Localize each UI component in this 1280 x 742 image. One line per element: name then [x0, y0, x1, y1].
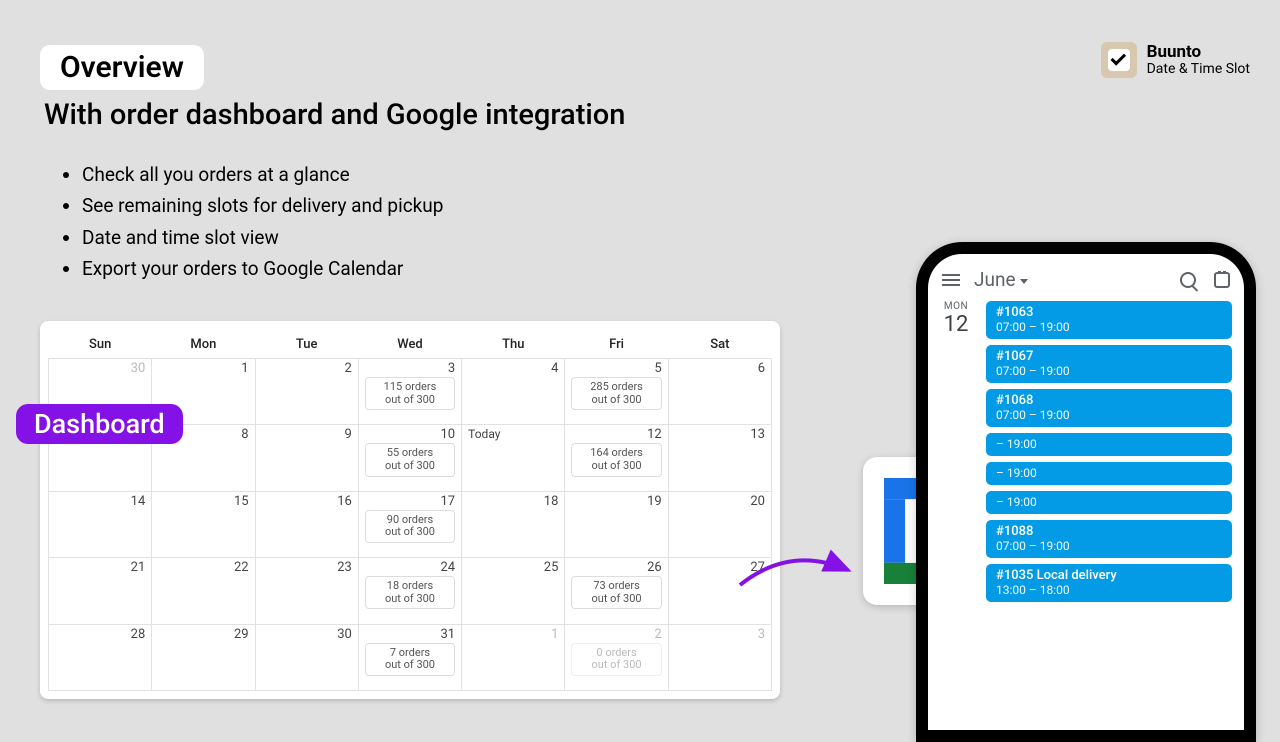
calendar-cell[interactable]: 23 [255, 558, 358, 624]
brand-block: Buunto Date & Time Slot [1101, 42, 1250, 78]
calendar-cell[interactable]: 22 [152, 558, 255, 624]
subtitle: With order dashboard and Google integrat… [44, 98, 625, 132]
calendar-cell[interactable]: 9 [255, 425, 358, 491]
page-title: Overview [40, 45, 204, 90]
orders-badge: 285 ordersout of 300 [571, 377, 661, 410]
calendar-cell[interactable]: 2673 ordersout of 300 [565, 558, 668, 624]
bullet-item: Check all you orders at a glance [82, 160, 443, 189]
calendar-cell[interactable]: 4 [462, 359, 565, 425]
calendar-cell[interactable]: 317 ordersout of 300 [358, 624, 461, 690]
orders-badge: 115 ordersout of 300 [365, 377, 455, 410]
day-column-header: MON 12 [936, 301, 976, 602]
bullet-item: See remaining slots for delivery and pic… [82, 191, 443, 220]
calendar-cell[interactable]: 5285 ordersout of 300 [565, 359, 668, 425]
calendar-cell[interactable]: 12164 ordersout of 300 [565, 425, 668, 491]
dashboard-calendar: SunMonTueWedThuFriSat30123115 ordersout … [40, 321, 780, 699]
today-icon[interactable] [1214, 272, 1230, 288]
orders-badge: 73 ordersout of 300 [571, 576, 661, 609]
bullet-item: Date and time slot view [82, 223, 443, 252]
calendar-cell[interactable]: 1 [462, 624, 565, 690]
calendar-cell[interactable]: 25 [462, 558, 565, 624]
calendar-cell[interactable]: 20 [668, 491, 771, 557]
weekday-header: Thu [462, 329, 565, 359]
calendar-cell[interactable]: 1055 ordersout of 300 [358, 425, 461, 491]
calendar-event[interactable]: – 19:00 [986, 491, 1232, 514]
orders-badge: 18 ordersout of 300 [365, 576, 455, 609]
calendar-cell[interactable]: 2418 ordersout of 300 [358, 558, 461, 624]
weekday-header: Sat [668, 329, 771, 359]
hamburger-icon[interactable] [942, 274, 960, 286]
calendar-cell[interactable]: 29 [152, 624, 255, 690]
calendar-cell[interactable]: 3 [668, 624, 771, 690]
weekday-header: Mon [152, 329, 255, 359]
calendar-cell[interactable]: 27 [668, 558, 771, 624]
calendar-cell[interactable]: 15 [152, 491, 255, 557]
calendar-event[interactable]: #106707:00 – 19:00 [986, 345, 1232, 383]
calendar-cell[interactable]: 18 [462, 491, 565, 557]
calendar-cell[interactable]: Today [462, 425, 565, 491]
bullet-item: Export your orders to Google Calendar [82, 254, 443, 283]
calendar-cell[interactable]: 1790 ordersout of 300 [358, 491, 461, 557]
weekday-header: Sun [49, 329, 152, 359]
calendar-event[interactable]: #108807:00 – 19:00 [986, 520, 1232, 558]
weekday-header: Fri [565, 329, 668, 359]
phone-mockup: June MON 12 #106307:00 – 19:00 #106707:00… [916, 242, 1256, 742]
calendar-cell[interactable]: 19 [565, 491, 668, 557]
calendar-cell[interactable]: 13 [668, 425, 771, 491]
feature-bullets: Check all you orders at a glance See rem… [82, 160, 443, 286]
weekday-header: Wed [358, 329, 461, 359]
calendar-event[interactable]: – 19:00 [986, 433, 1232, 456]
calendar-cell[interactable]: 30 [255, 624, 358, 690]
calendar-cell[interactable]: 16 [255, 491, 358, 557]
orders-badge: 55 ordersout of 300 [365, 443, 455, 476]
calendar-cell[interactable]: 2 [255, 359, 358, 425]
search-icon[interactable] [1180, 272, 1196, 288]
calendar-cell[interactable]: 6 [668, 359, 771, 425]
calendar-cell[interactable]: 20 ordersout of 300 [565, 624, 668, 690]
calendar-cell[interactable]: 14 [49, 491, 152, 557]
brand-tagline: Date & Time Slot [1147, 62, 1250, 77]
weekday-header: Tue [255, 329, 358, 359]
calendar-cell[interactable]: 3115 ordersout of 300 [358, 359, 461, 425]
calendar-event[interactable]: #106807:00 – 19:00 [986, 389, 1232, 427]
calendar-event[interactable]: #1035 Local delivery13:00 – 18:00 [986, 564, 1232, 602]
chevron-down-icon [1020, 279, 1028, 284]
calendar-event[interactable]: – 19:00 [986, 462, 1232, 485]
orders-badge: 0 ordersout of 300 [571, 643, 661, 676]
orders-badge: 90 ordersout of 300 [365, 510, 455, 543]
month-dropdown[interactable]: June [974, 268, 1166, 291]
orders-badge: 7 ordersout of 300 [365, 643, 455, 676]
calendar-cell[interactable]: 21 [49, 558, 152, 624]
calendar-cell[interactable]: 28 [49, 624, 152, 690]
orders-badge: 164 ordersout of 300 [571, 443, 661, 476]
brand-logo-icon [1101, 42, 1137, 78]
brand-name: Buunto [1147, 43, 1250, 62]
dashboard-badge: Dashboard [16, 404, 183, 444]
calendar-event[interactable]: #106307:00 – 19:00 [986, 301, 1232, 339]
